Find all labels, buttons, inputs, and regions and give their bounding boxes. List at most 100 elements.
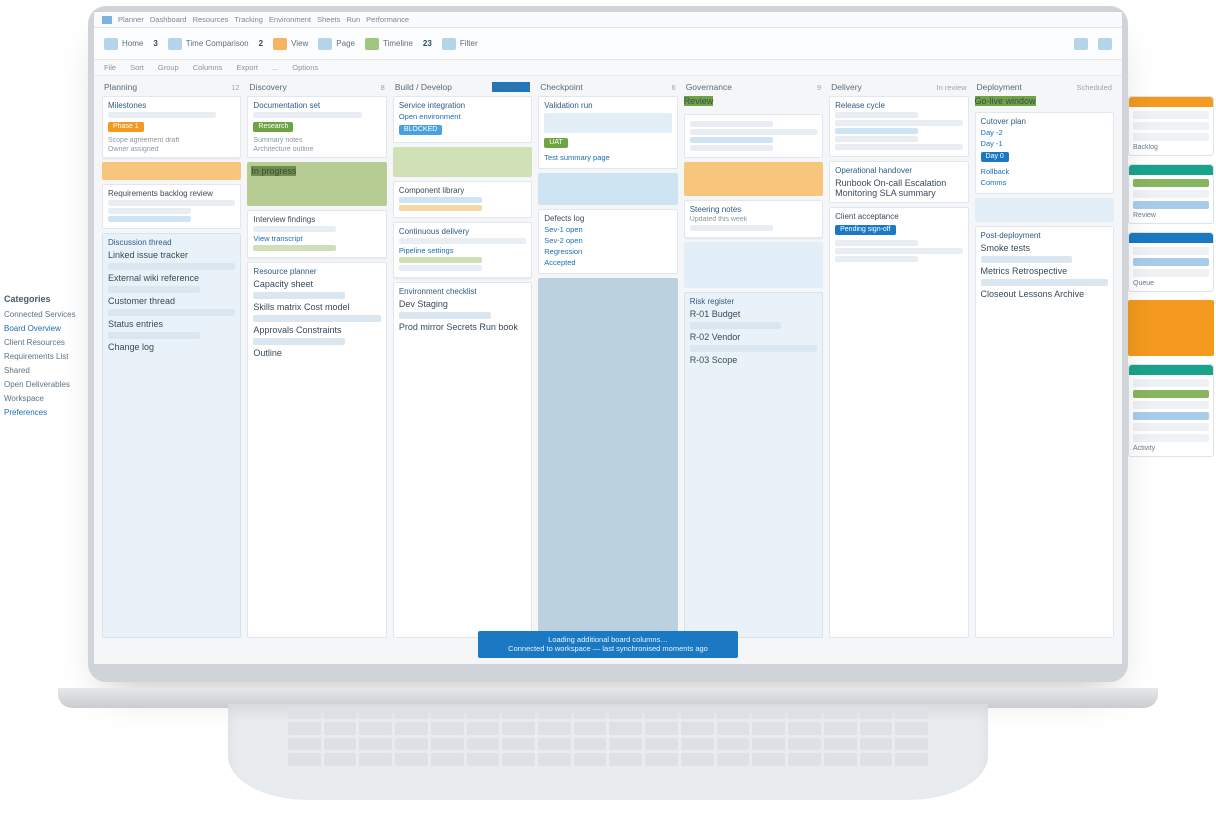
- ribbon-group-compare[interactable]: Time Comparison: [168, 38, 249, 50]
- ext-nav-item[interactable]: Workspace: [4, 394, 82, 403]
- block-link[interactable]: R-02 Vendor: [690, 332, 741, 342]
- subbar-item[interactable]: Export: [236, 63, 258, 72]
- ext-nav-item[interactable]: Shared: [4, 366, 82, 375]
- card[interactable]: Service integration Open environment BLO…: [393, 96, 532, 143]
- block-link[interactable]: Lessons: [1019, 289, 1053, 299]
- card-link[interactable]: Sev-2 open: [544, 236, 671, 245]
- subbar-item[interactable]: File: [104, 63, 116, 72]
- ext-nav-item[interactable]: Connected Services: [4, 310, 82, 319]
- card[interactable]: Client acceptance Pending sign-off: [829, 207, 968, 638]
- column-header[interactable]: Planning 12: [102, 82, 241, 92]
- ext-nav-item[interactable]: Preferences: [4, 408, 82, 417]
- ribbon-group-user[interactable]: [1098, 38, 1112, 50]
- block-link[interactable]: Status entries: [108, 319, 163, 329]
- ribbon-group-page[interactable]: Page: [318, 38, 355, 50]
- mini-card[interactable]: Review: [1128, 164, 1214, 224]
- ext-nav-item[interactable]: Client Resources: [4, 338, 82, 347]
- card[interactable]: Interview findings View transcript: [247, 210, 386, 258]
- subbar-item[interactable]: Columns: [193, 63, 223, 72]
- subbar-item[interactable]: Options: [292, 63, 318, 72]
- block-link[interactable]: External wiki reference: [108, 273, 199, 283]
- block-link[interactable]: Linked issue tracker: [108, 250, 188, 260]
- titlebar-tab[interactable]: Resources: [193, 15, 229, 24]
- titlebar-tab[interactable]: Dashboard: [150, 15, 187, 24]
- card-link[interactable]: Sev-1 open: [544, 225, 671, 234]
- titlebar-tab[interactable]: Sheets: [317, 15, 340, 24]
- card-link[interactable]: Day -2: [981, 128, 1108, 137]
- titlebar-tab[interactable]: Run: [346, 15, 360, 24]
- titlebar-tab[interactable]: Performance: [366, 15, 409, 24]
- list-block[interactable]: Post-deployment Smoke tests Metrics Retr…: [975, 226, 1114, 638]
- block-link[interactable]: On-call: [874, 178, 903, 188]
- list-block[interactable]: Resource planner Capacity sheet Skills m…: [247, 262, 386, 638]
- block-link[interactable]: Smoke tests: [981, 243, 1031, 253]
- ext-nav-item[interactable]: Board Overview: [4, 324, 82, 333]
- card[interactable]: Validation run UAT Test summary page: [538, 96, 677, 169]
- block-link[interactable]: Staging: [417, 299, 448, 309]
- card[interactable]: Documentation set Research Summary notes…: [247, 96, 386, 158]
- block-link[interactable]: Retrospective: [1012, 266, 1067, 276]
- card-link[interactable]: Test summary page: [544, 153, 671, 162]
- titlebar-tab[interactable]: Tracking: [234, 15, 262, 24]
- block-link[interactable]: SLA summary: [880, 188, 936, 198]
- ribbon-group-view[interactable]: View: [273, 38, 308, 50]
- column-header[interactable]: Deployment Scheduled: [975, 82, 1114, 92]
- block-link[interactable]: Closeout: [981, 289, 1017, 299]
- block-link[interactable]: R-03 Scope: [690, 355, 738, 365]
- column-header[interactable]: Build / Develop SPRINT 3: [393, 82, 532, 92]
- block-link[interactable]: Skills matrix: [253, 302, 301, 312]
- column-header[interactable]: Discovery 8: [247, 82, 386, 92]
- block-link[interactable]: Customer thread: [108, 296, 175, 306]
- list-block[interactable]: Environment checklist Dev Staging Prod m…: [393, 282, 532, 638]
- column-header[interactable]: Delivery In review: [829, 82, 968, 92]
- card[interactable]: [684, 114, 823, 158]
- block-link[interactable]: Constraints: [296, 325, 342, 335]
- column-header[interactable]: Checkpoint 6: [538, 82, 677, 92]
- column-header[interactable]: Governance 9: [684, 82, 823, 92]
- ext-nav-item[interactable]: Requirements List: [4, 352, 82, 361]
- block-link[interactable]: Prod mirror: [399, 322, 444, 332]
- ext-nav-item[interactable]: Open Deliverables: [4, 380, 82, 389]
- card-link[interactable]: Comms: [981, 178, 1108, 187]
- block-link[interactable]: Metrics: [981, 266, 1010, 276]
- subbar-item[interactable]: ...: [272, 63, 278, 72]
- block-link[interactable]: Dev: [399, 299, 415, 309]
- block-link[interactable]: Change log: [108, 342, 154, 352]
- list-block[interactable]: Operational handover Runbook On-call Esc…: [829, 161, 968, 203]
- card[interactable]: Requirements backlog review: [102, 184, 241, 229]
- block-link[interactable]: Runbook: [835, 178, 871, 188]
- titlebar-tab[interactable]: Environment: [269, 15, 311, 24]
- subbar-item[interactable]: Group: [158, 63, 179, 72]
- list-block[interactable]: Discussion thread Linked issue tracker E…: [102, 233, 241, 638]
- block-link[interactable]: Capacity sheet: [253, 279, 313, 289]
- card-link[interactable]: Accepted: [544, 258, 671, 267]
- block-link[interactable]: Cost model: [304, 302, 350, 312]
- card[interactable]: Steering notes Updated this week: [684, 200, 823, 238]
- card-link[interactable]: Open environment: [399, 112, 526, 121]
- card[interactable]: Release cycle: [829, 96, 968, 157]
- card-link[interactable]: Day -1: [981, 139, 1108, 148]
- card[interactable]: Continuous delivery Pipeline settings: [393, 222, 532, 278]
- mini-card[interactable]: Backlog: [1128, 96, 1214, 156]
- block-link[interactable]: Outline: [253, 348, 282, 358]
- card[interactable]: Milestones Phase 1 Scope agreement draft…: [102, 96, 241, 158]
- card[interactable]: Defects log Sev-1 open Sev-2 open Regres…: [538, 209, 677, 274]
- block-link[interactable]: Secrets: [446, 322, 477, 332]
- mini-card[interactable]: Activity: [1128, 364, 1214, 457]
- ribbon-group-filter[interactable]: Filter: [442, 38, 478, 50]
- block-link[interactable]: Escalation: [905, 178, 947, 188]
- card-link[interactable]: Pipeline settings: [399, 246, 526, 255]
- block-link[interactable]: Approvals: [253, 325, 293, 335]
- subbar-item[interactable]: Sort: [130, 63, 144, 72]
- block-link[interactable]: Archive: [1054, 289, 1084, 299]
- card[interactable]: Cutover plan Day -2 Day -1 Day 0 Rollbac…: [975, 112, 1114, 194]
- block-link[interactable]: Run book: [479, 322, 518, 332]
- card-link[interactable]: View transcript: [253, 234, 380, 243]
- block-link[interactable]: Monitoring: [835, 188, 877, 198]
- block-link[interactable]: R-01 Budget: [690, 309, 741, 319]
- ribbon-group-home[interactable]: Home: [104, 38, 143, 50]
- list-block[interactable]: Risk register R-01 Budget R-02 Vendor R-…: [684, 292, 823, 638]
- mini-card[interactable]: Queue: [1128, 232, 1214, 292]
- card[interactable]: Component library: [393, 181, 532, 218]
- card-link[interactable]: Regression: [544, 247, 671, 256]
